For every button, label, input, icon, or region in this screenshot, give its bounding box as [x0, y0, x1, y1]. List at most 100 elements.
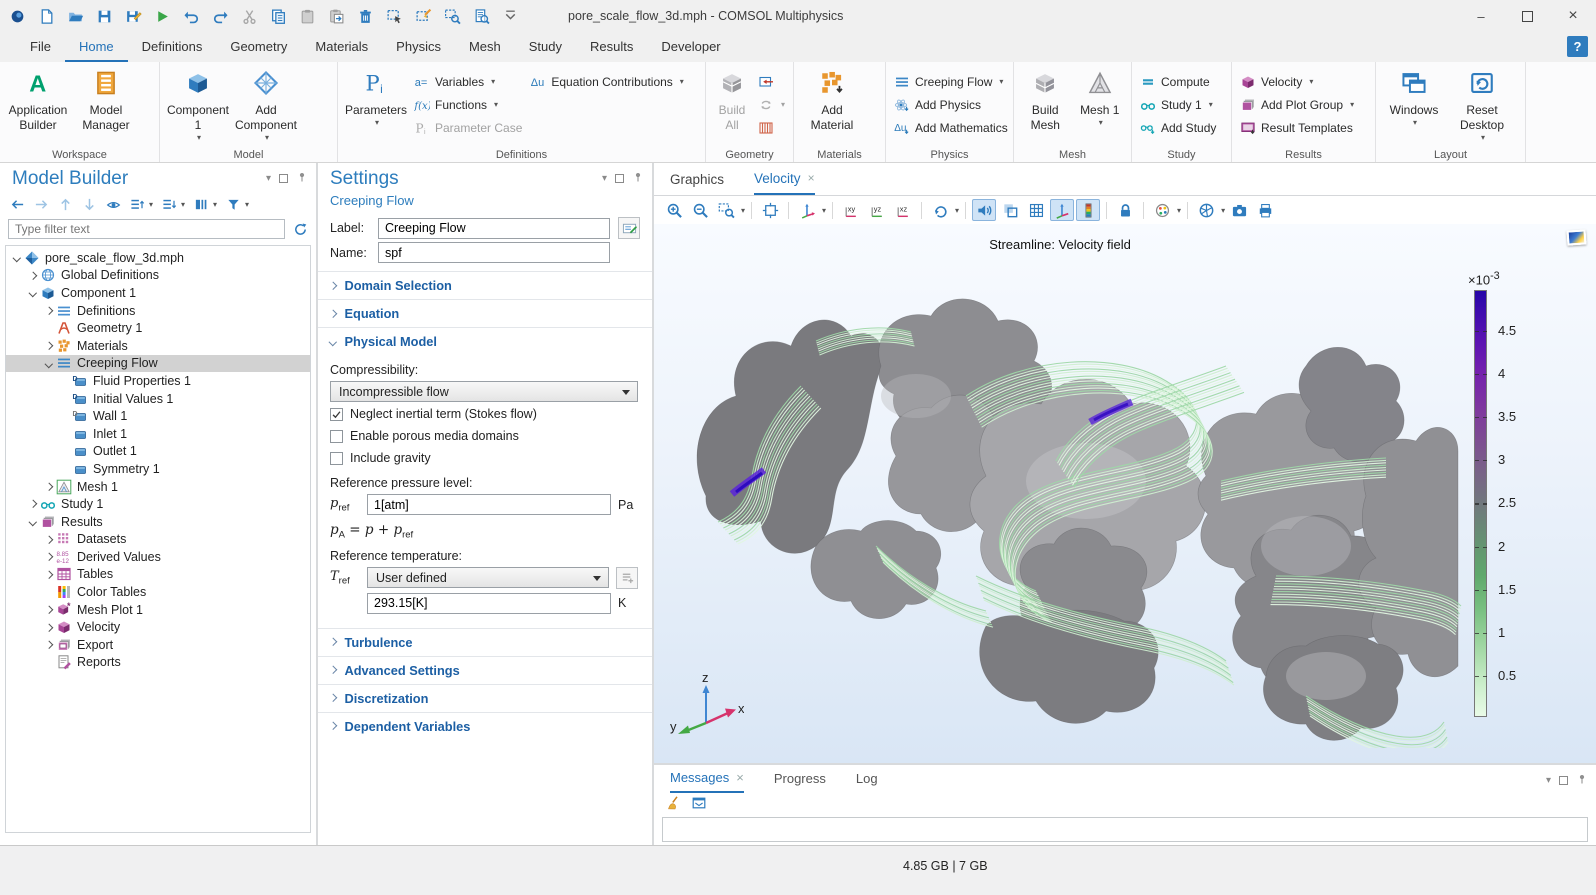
ref-temperature-select[interactable]: User defined: [367, 567, 609, 588]
result-templates-button[interactable]: Result Templates: [1237, 117, 1357, 138]
rename-button[interactable]: [618, 217, 640, 239]
mesh-1-button[interactable]: Mesh 1▾: [1074, 67, 1127, 146]
messages-output[interactable]: [662, 817, 1588, 842]
compute-button[interactable]: Compute: [1137, 71, 1219, 92]
zoom-in-button[interactable]: [662, 199, 686, 221]
tree-item-geometry-1[interactable]: Geometry 1: [6, 319, 310, 337]
velocity-button[interactable]: Velocity▾: [1237, 71, 1357, 92]
add-plot-group-button[interactable]: Add Plot Group▾: [1237, 94, 1357, 115]
section-turbulence[interactable]: Turbulence: [318, 628, 652, 656]
checkbox-enable-porous-media-domains[interactable]: Enable porous media domains: [330, 426, 638, 446]
chevron-down-icon[interactable]: ▾: [266, 173, 271, 184]
section-discretization[interactable]: Discretization: [318, 684, 652, 712]
zoom-extents-button[interactable]: [758, 199, 782, 221]
move-down-icon[interactable]: [82, 197, 97, 212]
graphics-canvas[interactable]: Streamline: Velocity field ×10-3 4.543.5…: [654, 224, 1596, 763]
tree-item-mesh-1[interactable]: Mesh 1: [6, 478, 310, 496]
section-advanced-settings[interactable]: Advanced Settings: [318, 656, 652, 684]
tree-item-inlet-1[interactable]: Inlet 1: [6, 425, 310, 443]
section-equation[interactable]: Equation: [318, 299, 652, 327]
save-as-icon[interactable]: [124, 7, 142, 25]
zoom-out-button[interactable]: [688, 199, 712, 221]
fence-button[interactable]: [755, 117, 788, 138]
grid-button[interactable]: [1024, 199, 1048, 221]
filter-icon[interactable]: [226, 197, 241, 212]
tree-item-color-tables[interactable]: Color Tables: [6, 583, 310, 601]
expander-icon[interactable]: [26, 290, 40, 296]
expander-icon[interactable]: [10, 255, 24, 261]
sound-button[interactable]: [972, 199, 996, 221]
tree-item-datasets[interactable]: Datasets: [6, 531, 310, 549]
deselect-box-icon[interactable]: [414, 7, 432, 25]
tree-item-results[interactable]: Results: [6, 513, 310, 531]
view-axis-button[interactable]: [795, 199, 819, 221]
color-legend-button[interactable]: [1076, 199, 1100, 221]
add-physics-button[interactable]: Add Physics: [891, 94, 1011, 115]
axis-triad-button[interactable]: [1050, 199, 1074, 221]
tree-item-velocity[interactable]: Velocity: [6, 618, 310, 636]
variables-button[interactable]: a=Variables▾: [411, 71, 525, 92]
plot-thumbnail-icon[interactable]: [1567, 229, 1587, 245]
expander-icon[interactable]: [42, 343, 56, 349]
tab-graphics[interactable]: Graphics: [670, 163, 724, 195]
tree-item-symmetry-1[interactable]: Symmetry 1: [6, 460, 310, 478]
windows-button[interactable]: Windows▾: [1381, 67, 1447, 146]
select-box-icon[interactable]: [385, 7, 403, 25]
tree-item-wall-1[interactable]: DWall 1: [6, 407, 310, 425]
menu-file[interactable]: File: [16, 32, 65, 62]
add-study-button[interactable]: Add Study: [1137, 117, 1219, 138]
update-plot-button[interactable]: [1194, 199, 1218, 221]
expander-icon[interactable]: [42, 642, 56, 648]
expander-icon[interactable]: [42, 607, 56, 613]
tree-item-definitions[interactable]: Definitions: [6, 302, 310, 320]
float-panel-icon[interactable]: [1559, 776, 1568, 785]
add-mathematics-button[interactable]: ΔuAdd Mathematics: [891, 117, 1011, 138]
expander-icon[interactable]: [42, 361, 56, 367]
go-back-icon[interactable]: [10, 197, 25, 212]
expander-icon[interactable]: [42, 625, 56, 631]
add-material-button[interactable]: Add Material: [799, 67, 865, 146]
clear-messages-icon[interactable]: [666, 795, 682, 814]
tree-item-study-1[interactable]: Study 1: [6, 495, 310, 513]
tree-item-mesh-plot-1[interactable]: *Mesh Plot 1: [6, 601, 310, 619]
open-file-icon[interactable]: [66, 7, 84, 25]
customize-chevron-icon[interactable]: [501, 7, 519, 25]
tree-item-outlet-1[interactable]: Outlet 1: [6, 443, 310, 461]
section-dependent-variables[interactable]: Dependent Variables: [318, 712, 652, 740]
tab-velocity[interactable]: Velocity×: [754, 163, 815, 195]
lock-button[interactable]: [1113, 199, 1137, 221]
paste-icon[interactable]: [298, 7, 316, 25]
menu-mesh[interactable]: Mesh: [455, 32, 515, 62]
tree-item-creeping-flow[interactable]: Creeping Flow: [6, 355, 310, 373]
menu-geometry[interactable]: Geometry: [216, 32, 301, 62]
float-panel-icon[interactable]: [615, 174, 624, 183]
tab-progress[interactable]: Progress: [774, 765, 826, 793]
build-mesh-button[interactable]: Build Mesh: [1019, 67, 1072, 146]
tree-item-fluid-properties-1[interactable]: DFluid Properties 1: [6, 372, 310, 390]
expander-icon[interactable]: [42, 484, 56, 490]
menu-definitions[interactable]: Definitions: [128, 32, 217, 62]
view-xy-button[interactable]: xy: [839, 199, 863, 221]
filter-input[interactable]: [8, 219, 285, 239]
refresh-icon[interactable]: [293, 222, 308, 237]
menu-study[interactable]: Study: [515, 32, 576, 62]
redo-icon[interactable]: [211, 7, 229, 25]
chevron-down-icon[interactable]: ▾: [1546, 775, 1551, 786]
tree-item-reports[interactable]: Reports: [6, 654, 310, 672]
creeping-flow-button[interactable]: Creeping Flow▾: [891, 71, 1011, 92]
print-button[interactable]: [1253, 199, 1277, 221]
name-input[interactable]: [378, 242, 610, 263]
help-button[interactable]: ?: [1567, 36, 1588, 57]
section-physical-model[interactable]: Physical Model: [318, 327, 652, 355]
go-forward-icon[interactable]: [34, 197, 49, 212]
minimize-button[interactable]: –: [1458, 0, 1504, 32]
checkbox-neglect-inertial-term-stokes-flow[interactable]: Neglect inertial term (Stokes flow): [330, 404, 638, 424]
tab-log[interactable]: Log: [856, 765, 878, 793]
checkbox-include-gravity[interactable]: Include gravity: [330, 448, 638, 468]
scene-light-button[interactable]: [1150, 199, 1174, 221]
close-button[interactable]: ×: [1550, 0, 1596, 32]
pin-icon[interactable]: [632, 171, 644, 186]
compressibility-select[interactable]: Incompressible flow: [330, 381, 638, 402]
menu-materials[interactable]: Materials: [301, 32, 382, 62]
temperature-input[interactable]: [367, 593, 611, 614]
